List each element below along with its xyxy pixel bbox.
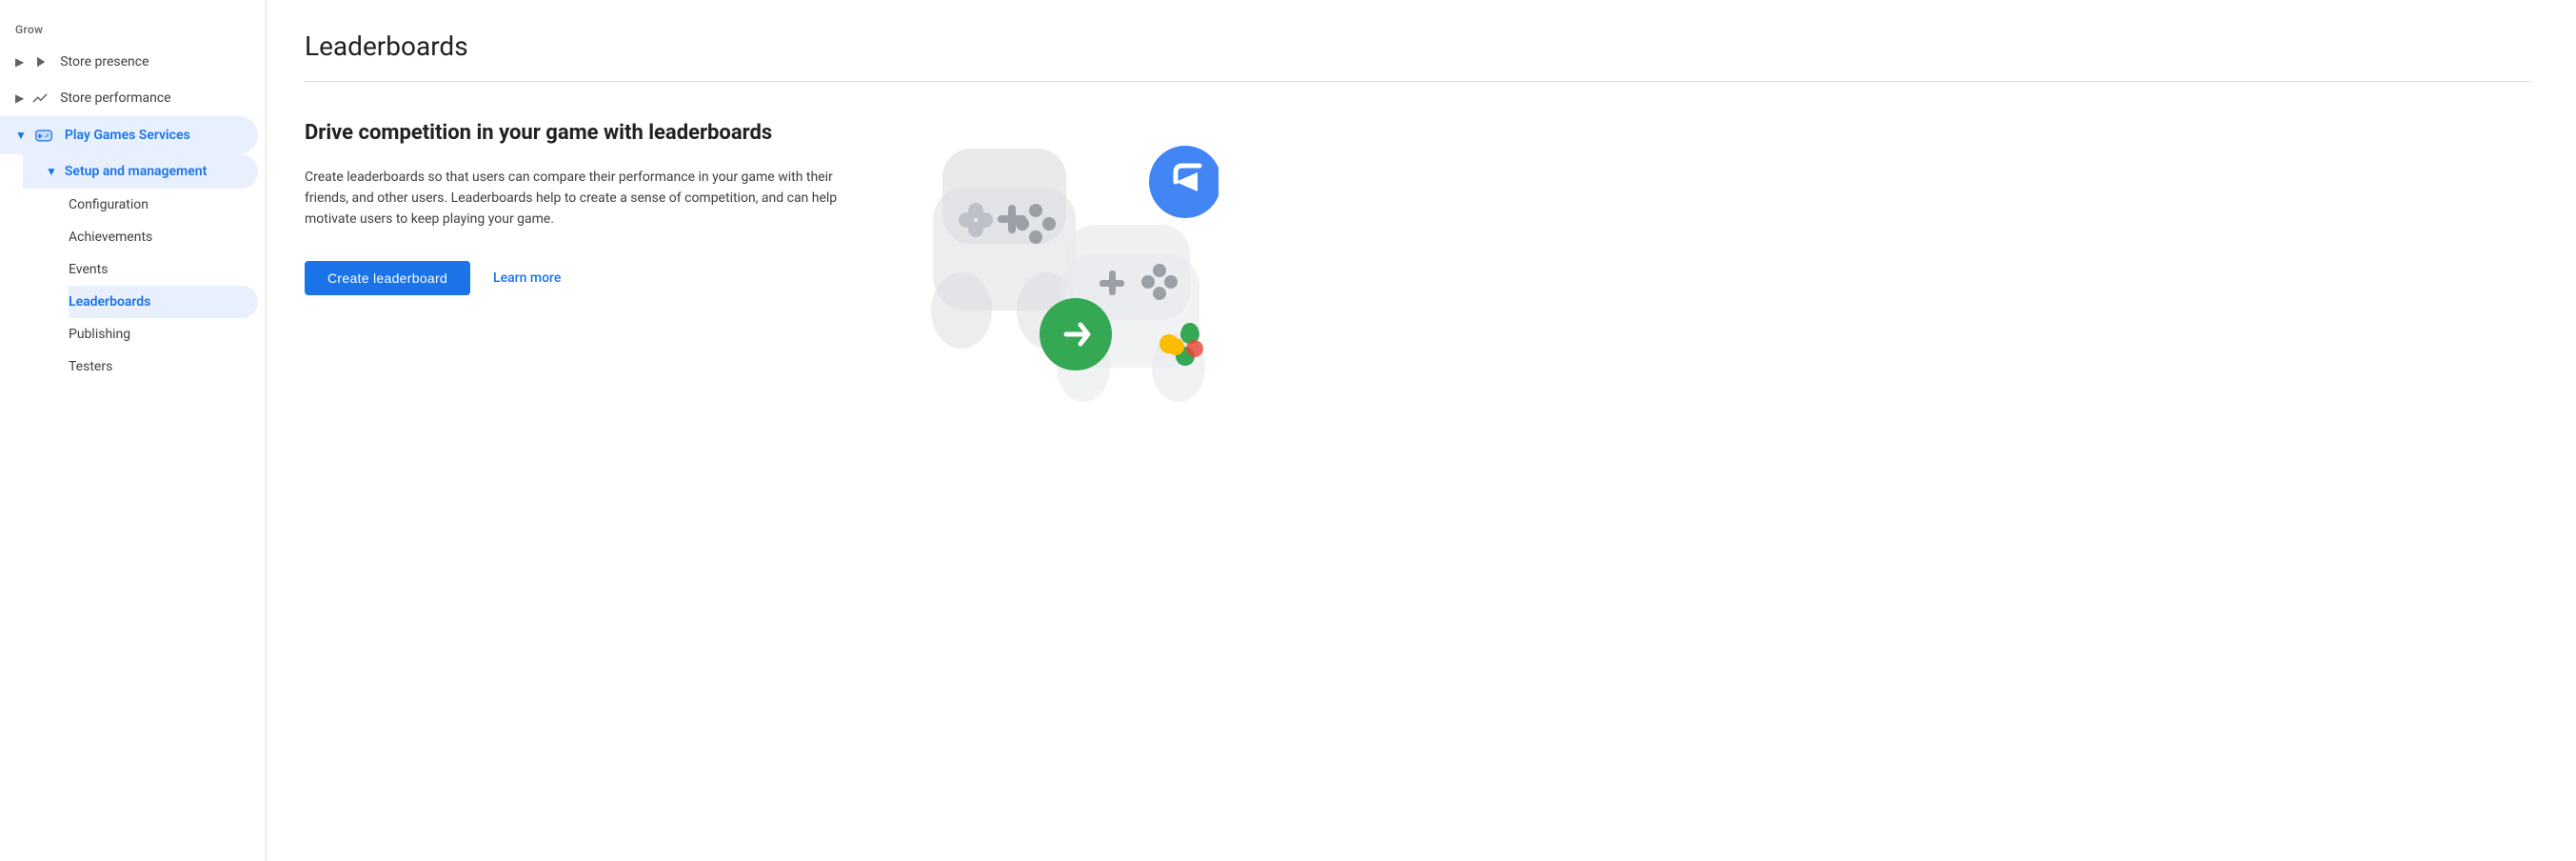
sidebar: Grow ▶ Store presence ▶ Store performanc… [0, 0, 267, 861]
sidebar-item-label-setup-management: Setup and management [65, 164, 207, 179]
chevron-down-icon: ▼ [15, 129, 27, 142]
page-title: Leaderboards [305, 30, 2530, 62]
setup-management-section: ▼ Setup and management Configuration Ach… [0, 154, 266, 383]
content-body: Drive competition in your game with lead… [305, 120, 2530, 406]
chevron-right-icon: ▶ [15, 55, 24, 69]
sidebar-item-configuration[interactable]: Configuration [69, 189, 258, 221]
sidebar-item-store-performance[interactable]: ▶ Store performance [0, 80, 258, 116]
sidebar-item-label-play-games-services: Play Games Services [65, 128, 190, 143]
sidebar-item-label-store-performance: Store performance [60, 90, 170, 106]
content-text: Drive competition in your game with lead… [305, 120, 876, 295]
content-area: Leaderboards Drive competition in your g… [267, 0, 2576, 861]
chevron-down-icon-2: ▼ [46, 165, 57, 178]
sidebar-section-grow: Grow [0, 15, 266, 44]
sidebar-item-label-testers: Testers [69, 359, 112, 374]
sidebar-item-achievements[interactable]: Achievements [69, 221, 258, 253]
action-buttons: Create leaderboard Learn more [305, 261, 876, 295]
sidebar-item-label-leaderboards: Leaderboards [69, 294, 150, 310]
sidebar-item-publishing[interactable]: Publishing [69, 318, 258, 350]
section-description: Create leaderboards so that users can co… [305, 167, 876, 230]
sidebar-item-label-events: Events [69, 262, 108, 277]
gamepad-icon [34, 126, 53, 145]
sidebar-item-play-games-services[interactable]: ▼ Play Games Services [0, 116, 258, 154]
sidebar-item-label-store-presence: Store presence [60, 54, 149, 70]
sidebar-item-setup-management[interactable]: ▼ Setup and management [23, 154, 258, 189]
illustration-svg [914, 120, 1219, 406]
sidebar-item-leaderboards[interactable]: Leaderboards [69, 286, 258, 318]
sidebar-item-label-achievements: Achievements [69, 230, 152, 245]
trend-icon [31, 90, 49, 107]
setup-subitems: Configuration Achievements Events Leader… [23, 189, 266, 383]
chevron-right-icon-2: ▶ [15, 91, 24, 105]
play-icon [31, 53, 49, 70]
title-divider [305, 81, 2530, 82]
sidebar-item-label-publishing: Publishing [69, 327, 130, 342]
sidebar-item-store-presence[interactable]: ▶ Store presence [0, 44, 258, 80]
section-heading: Drive competition in your game with lead… [305, 120, 876, 148]
sidebar-item-events[interactable]: Events [69, 253, 258, 286]
learn-more-link[interactable]: Learn more [493, 270, 561, 286]
main-content: Leaderboards Drive competition in your g… [267, 0, 2576, 861]
sidebar-item-label-configuration: Configuration [69, 197, 149, 212]
leaderboard-illustration [914, 120, 1219, 406]
sidebar-item-testers[interactable]: Testers [69, 350, 258, 383]
create-leaderboard-button[interactable]: Create leaderboard [305, 261, 470, 295]
